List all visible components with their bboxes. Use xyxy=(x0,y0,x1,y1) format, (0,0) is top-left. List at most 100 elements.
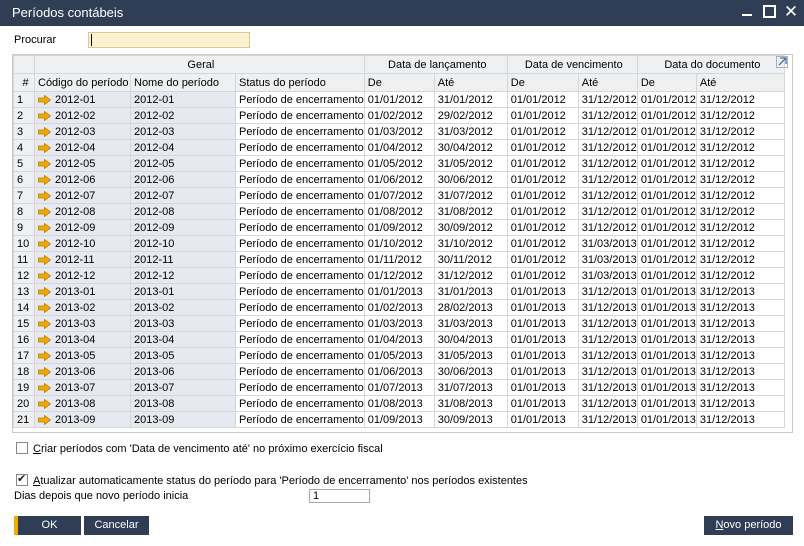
due-to[interactable]: 31/12/2013 xyxy=(577,411,638,428)
due-from-header[interactable]: De xyxy=(506,73,579,92)
posting-to[interactable]: 30/09/2013 xyxy=(433,411,508,428)
posting-to[interactable]: 31/05/2013 xyxy=(433,347,508,364)
doc-to[interactable]: 31/12/2013 xyxy=(695,315,785,332)
period-code[interactable]: 2012-07 xyxy=(34,187,131,204)
orange-arrow-icon[interactable] xyxy=(38,94,51,105)
orange-arrow-icon[interactable] xyxy=(38,286,51,297)
period-status[interactable]: Período de encerramento xyxy=(235,219,365,236)
period-code[interactable]: 2013-03 xyxy=(34,315,131,332)
posting-to[interactable]: 30/09/2012 xyxy=(433,219,508,236)
doc-to[interactable]: 31/12/2012 xyxy=(695,251,785,268)
orange-arrow-icon[interactable] xyxy=(38,126,51,137)
doc-from[interactable]: 01/01/2013 xyxy=(636,363,697,380)
due-to-header[interactable]: Até xyxy=(577,73,638,92)
posting-to[interactable]: 31/08/2012 xyxy=(433,203,508,220)
period-name[interactable]: 2012-08 xyxy=(130,203,236,220)
doc-from[interactable]: 01/01/2012 xyxy=(636,267,697,284)
due-from[interactable]: 01/01/2012 xyxy=(506,203,579,220)
due-from[interactable]: 01/01/2012 xyxy=(506,219,579,236)
posting-from[interactable]: 01/07/2012 xyxy=(363,187,435,204)
doc-from[interactable]: 01/01/2012 xyxy=(636,251,697,268)
doc-from[interactable]: 01/01/2013 xyxy=(636,395,697,412)
due-from[interactable]: 01/01/2012 xyxy=(506,107,579,124)
orange-arrow-icon[interactable] xyxy=(38,110,51,121)
period-status-header[interactable]: Status do período xyxy=(235,73,365,92)
period-code[interactable]: 2012-01 xyxy=(34,91,131,108)
doc-to[interactable]: 31/12/2012 xyxy=(695,155,785,172)
period-code[interactable]: 2012-06 xyxy=(34,171,131,188)
posting-to[interactable]: 31/01/2013 xyxy=(433,283,508,300)
period-status[interactable]: Período de encerramento xyxy=(235,251,365,268)
doc-from[interactable]: 01/01/2012 xyxy=(636,91,697,108)
period-status[interactable]: Período de encerramento xyxy=(235,283,365,300)
period-code[interactable]: 2012-09 xyxy=(34,219,131,236)
doc-to[interactable]: 31/12/2012 xyxy=(695,139,785,156)
posting-from[interactable]: 01/03/2012 xyxy=(363,123,435,140)
doc-from[interactable]: 01/01/2012 xyxy=(636,155,697,172)
period-code[interactable]: 2013-07 xyxy=(34,379,131,396)
doc-from[interactable]: 01/01/2012 xyxy=(636,235,697,252)
period-code[interactable]: 2012-12 xyxy=(34,267,131,284)
doc-to[interactable]: 31/12/2012 xyxy=(695,235,785,252)
period-code[interactable]: 2012-08 xyxy=(34,203,131,220)
create-periods-checkbox[interactable] xyxy=(16,442,28,454)
due-from[interactable]: 01/01/2012 xyxy=(506,155,579,172)
doc-to[interactable]: 31/12/2012 xyxy=(695,187,785,204)
posting-from[interactable]: 01/01/2012 xyxy=(363,91,435,108)
doc-to[interactable]: 31/12/2013 xyxy=(695,299,785,316)
posting-from[interactable]: 01/11/2012 xyxy=(363,251,435,268)
maximize-icon[interactable] xyxy=(760,3,778,21)
period-name[interactable]: 2013-02 xyxy=(130,299,236,316)
table-row[interactable]: 8 2012-08 2012-08 Período de encerramento 01… xyxy=(13,203,785,220)
period-name[interactable]: 2012-07 xyxy=(130,187,236,204)
search-input[interactable] xyxy=(88,32,250,48)
orange-arrow-icon[interactable] xyxy=(38,350,51,361)
doc-from[interactable]: 01/01/2012 xyxy=(636,219,697,236)
doc-to[interactable]: 31/12/2012 xyxy=(695,171,785,188)
period-name[interactable]: 2012-12 xyxy=(130,267,236,284)
period-name[interactable]: 2013-04 xyxy=(130,331,236,348)
orange-arrow-icon[interactable] xyxy=(38,318,51,329)
due-from[interactable]: 01/01/2013 xyxy=(506,283,579,300)
due-from[interactable]: 01/01/2012 xyxy=(506,171,579,188)
days-input[interactable] xyxy=(309,489,370,503)
due-to[interactable]: 31/03/2013 xyxy=(577,251,638,268)
posting-from-header[interactable]: De xyxy=(363,73,435,92)
due-to[interactable]: 31/12/2013 xyxy=(577,331,638,348)
orange-arrow-icon[interactable] xyxy=(38,366,51,377)
period-status[interactable]: Período de encerramento xyxy=(235,395,365,412)
period-status[interactable]: Período de encerramento xyxy=(235,315,365,332)
orange-arrow-icon[interactable] xyxy=(38,382,51,393)
table-row[interactable]: 6 2012-06 2012-06 Período de encerramento 01… xyxy=(13,171,785,188)
due-from[interactable]: 01/01/2013 xyxy=(506,379,579,396)
table-row[interactable]: 1 2012-01 2012-01 Período de encerramento 01… xyxy=(13,91,785,108)
due-to[interactable]: 31/12/2012 xyxy=(577,107,638,124)
period-status[interactable]: Período de encerramento xyxy=(235,203,365,220)
period-status[interactable]: Período de encerramento xyxy=(235,171,365,188)
period-name[interactable]: 2012-11 xyxy=(130,251,236,268)
period-name[interactable]: 2013-06 xyxy=(130,363,236,380)
doc-from[interactable]: 01/01/2012 xyxy=(636,107,697,124)
posting-to[interactable]: 30/04/2013 xyxy=(433,331,508,348)
posting-to-header[interactable]: Até xyxy=(433,73,508,92)
period-name[interactable]: 2012-09 xyxy=(130,219,236,236)
posting-to[interactable]: 31/07/2013 xyxy=(433,379,508,396)
doc-to[interactable]: 31/12/2013 xyxy=(695,379,785,396)
table-row[interactable]: 19 2013-07 2013-07 Período de encerramento 0… xyxy=(13,379,785,396)
table-row[interactable]: 13 2013-01 2013-01 Período de encerramento 0… xyxy=(13,283,785,300)
posting-from[interactable]: 01/08/2012 xyxy=(363,203,435,220)
posting-to[interactable]: 31/01/2012 xyxy=(433,91,508,108)
period-status[interactable]: Período de encerramento xyxy=(235,379,365,396)
doc-to[interactable]: 31/12/2012 xyxy=(695,123,785,140)
table-row[interactable]: 17 2013-05 2013-05 Período de encerramento 0… xyxy=(13,347,785,364)
due-to[interactable]: 31/12/2013 xyxy=(577,379,638,396)
posting-from[interactable]: 01/07/2013 xyxy=(363,379,435,396)
due-from[interactable]: 01/01/2013 xyxy=(506,395,579,412)
doc-to[interactable]: 31/12/2012 xyxy=(695,219,785,236)
due-to[interactable]: 31/12/2013 xyxy=(577,315,638,332)
period-name[interactable]: 2012-05 xyxy=(130,155,236,172)
posting-to[interactable]: 31/05/2012 xyxy=(433,155,508,172)
posting-from[interactable]: 01/12/2012 xyxy=(363,267,435,284)
doc-from[interactable]: 01/01/2012 xyxy=(636,123,697,140)
due-to[interactable]: 31/03/2013 xyxy=(577,235,638,252)
